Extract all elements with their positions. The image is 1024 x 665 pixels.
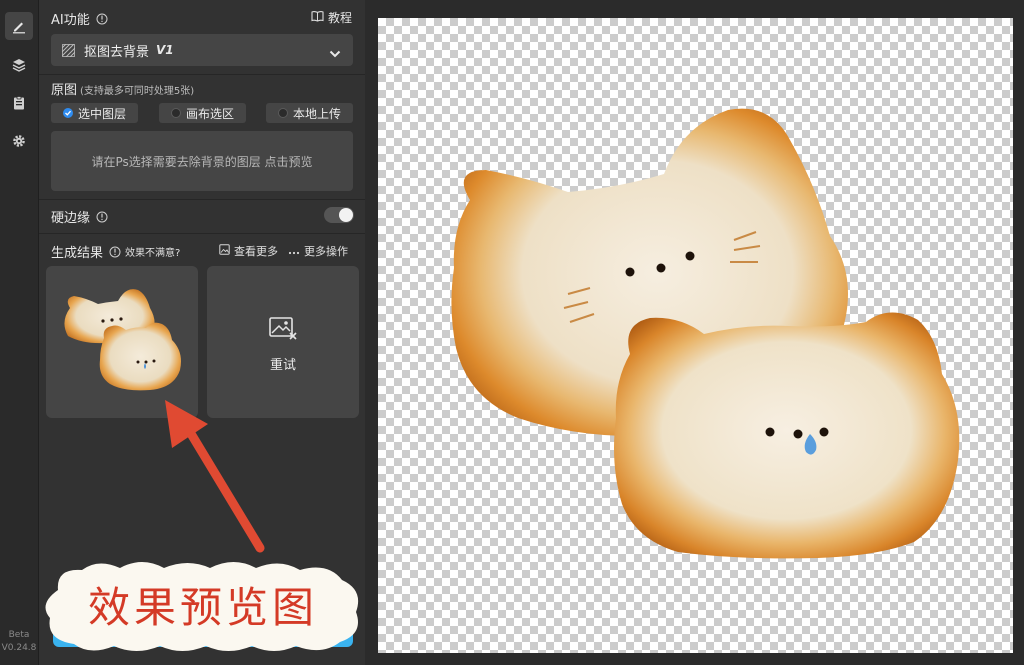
caption-text: 效果预览图 bbox=[87, 583, 318, 632]
caption-bubble: 效果预览图 bbox=[38, 560, 368, 655]
